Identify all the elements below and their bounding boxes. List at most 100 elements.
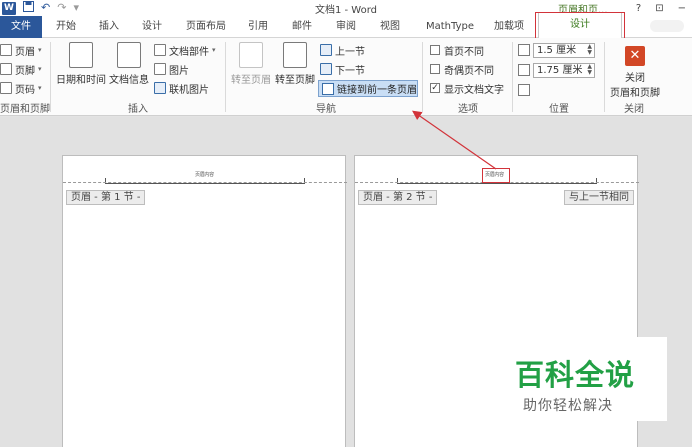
header-label: 页眉: [15, 46, 35, 58]
previous-section-button[interactable]: 上一节: [320, 42, 365, 58]
tab-page-layout[interactable]: 页面布局: [186, 16, 226, 38]
tab-file[interactable]: 文件: [0, 16, 42, 38]
document-parts-button[interactable]: 文档部件 ▾: [154, 42, 216, 58]
close-label-line1: 关闭: [625, 73, 645, 84]
watermark-logo-title: 百科全说: [515, 358, 636, 392]
header-icon: [0, 44, 12, 56]
goto-header-label: 转至页眉: [231, 75, 271, 86]
close-label-line2: 页眉和页脚: [610, 88, 660, 99]
tab-view[interactable]: 视图: [380, 16, 400, 38]
previous-section-label: 上一节: [335, 46, 365, 58]
footer-label: 页脚: [15, 65, 35, 77]
chevron-down-icon: ▾: [38, 46, 42, 54]
chevron-down-icon: ▾: [212, 46, 216, 54]
page-number-label: 页码: [15, 84, 35, 96]
tab-addins[interactable]: 加载项: [494, 16, 524, 38]
calendar-icon: [69, 42, 93, 68]
close-icon: ✕: [625, 46, 645, 66]
ribbon-display-options-icon[interactable]: ⊡: [655, 3, 663, 14]
tab-mathtype[interactable]: MathType: [426, 16, 474, 38]
window-controls: ? ⊡ −: [636, 0, 686, 16]
link-to-previous-button[interactable]: 链接到前一条页眉: [318, 80, 418, 97]
header-section-tag: 页眉 - 第 2 节 -: [358, 190, 438, 205]
link-icon: [322, 82, 334, 95]
tab-design-doc[interactable]: 设计: [142, 16, 162, 38]
page-number-button[interactable]: 页码 ▾: [0, 80, 42, 96]
header-section-tag: 页眉 - 第 1 节 -: [66, 190, 146, 205]
close-header-footer-button[interactable]: ✕ 关闭 页眉和页脚: [608, 46, 662, 99]
date-time-button[interactable]: 日期和时间: [56, 42, 106, 86]
same-as-previous-tag: 与上一节相同: [564, 190, 634, 205]
user-avatar[interactable]: [650, 20, 684, 32]
group-label-options: 选项: [458, 104, 478, 115]
picture-label: 图片: [169, 65, 189, 77]
header-content[interactable]: 页眉内容: [195, 171, 214, 178]
group-label-position: 位置: [549, 104, 569, 115]
customize-qat-icon[interactable]: ▾: [73, 1, 79, 15]
chevron-down-icon: ▾: [38, 65, 42, 73]
different-odd-even-checkbox[interactable]: 奇偶页不同: [430, 61, 494, 77]
page-1[interactable]: 页眉内容 页眉 - 第 1 节 -: [62, 155, 347, 447]
spin-arrows-icon[interactable]: ▲ ▼: [587, 63, 592, 76]
header-position-value: 1.5 厘米: [537, 44, 577, 56]
goto-footer-label: 转至页脚: [275, 75, 315, 86]
checkmark-icon: ✓: [430, 83, 440, 93]
goto-footer-icon: [283, 42, 307, 68]
header-boundary: [63, 182, 347, 183]
footer-button[interactable]: 页脚 ▾: [0, 61, 42, 77]
tab-insert[interactable]: 插入: [99, 16, 119, 38]
arrow-down-icon: [320, 63, 332, 75]
footer-position-spinner[interactable]: 1.75 厘米 ▲ ▼: [518, 62, 595, 78]
online-picture-icon: [154, 82, 166, 94]
footer-position-value: 1.75 厘米: [537, 64, 583, 76]
spin-arrows-icon[interactable]: ▲ ▼: [587, 43, 592, 56]
group-label-insert: 插入: [128, 104, 148, 115]
watermark-subtitle: 助你轻松解决: [523, 398, 613, 414]
different-first-page-checkbox[interactable]: 首页不同: [430, 42, 484, 58]
document-info-icon: [117, 42, 141, 68]
document-parts-label: 文档部件: [169, 46, 209, 58]
goto-header-button[interactable]: 转至页眉: [230, 42, 272, 86]
header-paragraph-mark: [105, 178, 305, 184]
header-top-icon: [518, 44, 530, 56]
group-label-navigation: 导航: [316, 104, 336, 115]
redo-icon[interactable]: ↷: [57, 1, 66, 15]
show-document-text-label: 显示文档文字: [444, 84, 504, 96]
header-position-spinner[interactable]: 1.5 厘米 ▲ ▼: [518, 42, 595, 58]
quick-access-toolbar: W ↶ ↷ ▾: [2, 0, 79, 16]
footer-bottom-icon: [518, 64, 530, 76]
online-picture-button[interactable]: 联机图片: [154, 80, 209, 96]
picture-icon: [154, 63, 166, 75]
tab-mailings[interactable]: 邮件: [292, 16, 312, 38]
picture-button[interactable]: 图片: [154, 61, 189, 77]
document-info-label: 文档信息: [109, 75, 149, 86]
group-separator: [225, 42, 226, 112]
different-odd-even-label: 奇偶页不同: [444, 65, 494, 77]
footer-icon: [0, 63, 12, 75]
online-picture-label: 联机图片: [169, 84, 209, 96]
different-first-page-label: 首页不同: [444, 46, 484, 58]
checkbox-box: [430, 64, 440, 74]
group-separator: [512, 42, 513, 112]
link-to-previous-label: 链接到前一条页眉: [337, 85, 417, 96]
minimize-icon[interactable]: −: [678, 3, 686, 14]
tab-home[interactable]: 开始: [56, 16, 76, 38]
header-position-field[interactable]: 1.5 厘米 ▲ ▼: [533, 42, 595, 58]
next-section-label: 下一节: [335, 65, 365, 77]
group-separator: [422, 42, 423, 112]
tab-references[interactable]: 引用: [248, 16, 268, 38]
show-document-text-checkbox[interactable]: ✓ 显示文档文字: [430, 80, 504, 96]
undo-icon[interactable]: ↶: [41, 1, 50, 15]
chevron-down-icon: ▾: [38, 84, 42, 92]
arrow-up-icon: [320, 44, 332, 56]
tab-review[interactable]: 审阅: [336, 16, 356, 38]
goto-footer-button[interactable]: 转至页脚: [274, 42, 316, 86]
group-label-close: 关闭: [624, 104, 644, 115]
next-section-button[interactable]: 下一节: [320, 61, 365, 77]
help-icon[interactable]: ?: [636, 3, 641, 14]
save-icon[interactable]: [23, 0, 34, 16]
footer-position-field[interactable]: 1.75 厘米 ▲ ▼: [533, 62, 595, 78]
insert-alignment-tab-button[interactable]: [518, 82, 530, 98]
document-info-button[interactable]: 文档信息: [108, 42, 150, 86]
header-button[interactable]: 页眉 ▾: [0, 42, 42, 58]
